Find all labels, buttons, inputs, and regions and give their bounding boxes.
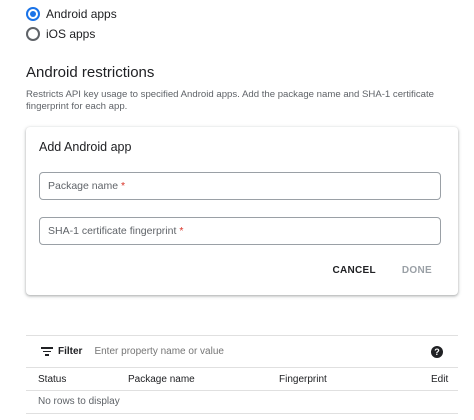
required-mark: * <box>121 180 126 192</box>
filter-icon[interactable] <box>41 347 53 356</box>
radio-button-unselected-icon[interactable] <box>26 27 40 41</box>
column-header-fingerprint[interactable]: Fingerprint <box>279 374 327 385</box>
filter-label: Filter <box>58 346 83 357</box>
radio-label-ios: iOS apps <box>46 27 96 41</box>
package-name-placeholder: Package name <box>48 180 119 192</box>
column-header-package-name[interactable]: Package name <box>128 374 195 385</box>
radio-ios-apps[interactable]: iOS apps <box>26 25 95 43</box>
radio-button-selected-icon[interactable] <box>26 7 40 21</box>
card-title: Add Android app <box>39 140 132 154</box>
section-description: Restricts API key usage to specified And… <box>26 89 434 112</box>
sha1-fingerprint-placeholder: SHA-1 certificate fingerprint <box>48 225 177 237</box>
filter-bar: Filter ? <box>26 335 458 368</box>
table-bottom-divider <box>26 413 458 414</box>
radio-label-android: Android apps <box>46 7 117 21</box>
add-android-app-card: Add Android app Package name * SHA-1 cert… <box>26 127 458 295</box>
help-icon[interactable]: ? <box>431 346 443 358</box>
done-button[interactable]: DONE <box>402 265 432 276</box>
empty-table-message: No rows to display <box>38 396 120 407</box>
table-header: Status Package name Fingerprint Edit <box>26 368 458 391</box>
section-title: Android restrictions <box>26 64 155 81</box>
radio-android-apps[interactable]: Android apps <box>26 5 117 23</box>
column-header-edit[interactable]: Edit <box>431 374 448 385</box>
package-name-field[interactable]: Package name * <box>39 172 441 200</box>
required-mark: * <box>179 225 184 237</box>
sha1-fingerprint-field[interactable]: SHA-1 certificate fingerprint * <box>39 217 441 245</box>
column-header-status[interactable]: Status <box>38 374 66 385</box>
card-actions: CANCEL DONE <box>332 265 432 276</box>
cancel-button[interactable]: CANCEL <box>332 265 375 276</box>
filter-input[interactable] <box>94 346 395 357</box>
